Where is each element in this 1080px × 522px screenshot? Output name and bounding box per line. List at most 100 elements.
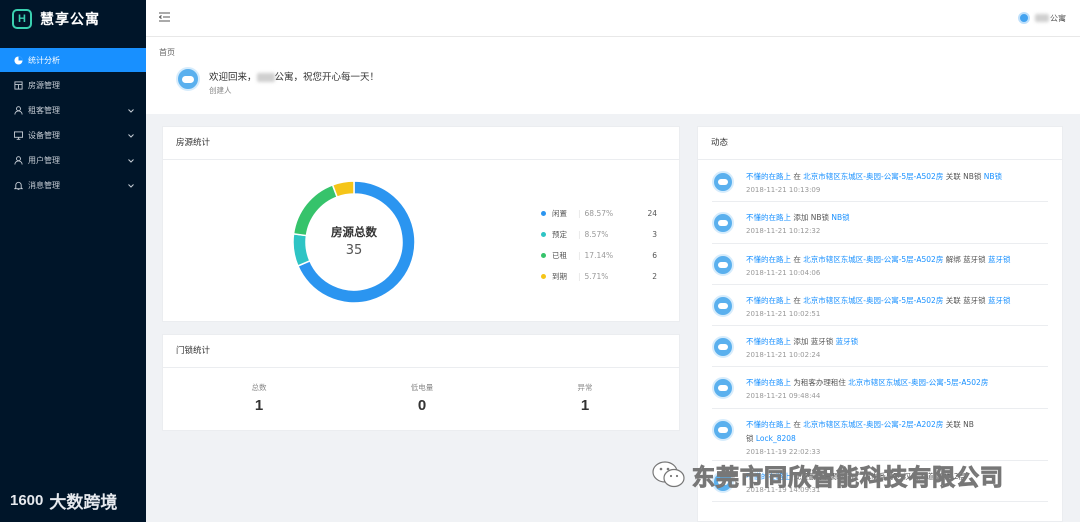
activity-link[interactable]: 北京市辖区东城区-奥园- — [803, 172, 883, 181]
activity-link[interactable]: NB锁 — [831, 213, 849, 222]
user-icon — [14, 155, 23, 165]
donut-slice-1[interactable] — [292, 232, 311, 267]
legend-item[interactable]: 到期 | 5.71% 2 — [541, 266, 661, 287]
user-avatar — [1018, 12, 1030, 24]
sidebar-item-label: 房源管理 — [28, 80, 60, 90]
sidebar-item-3[interactable]: 设备管理 — [0, 123, 146, 147]
legend-count: 2 — [652, 272, 657, 281]
activity-time: 2018-11-21 10:12:32 — [746, 227, 821, 236]
legend-item[interactable]: 闲置 | 68.57% 24 — [541, 203, 661, 224]
activity-link[interactable]: Lock_8208 — [756, 434, 796, 443]
user-menu[interactable]: 公寓 — [1018, 12, 1066, 24]
activity-time: 2018-11-21 09:48:44 — [746, 392, 821, 401]
watermark-logo: 1600 — [10, 492, 44, 509]
activity-time: 2018-11-21 10:04:06 — [746, 268, 821, 277]
sidebar-item-2[interactable]: 租客管理 — [0, 98, 146, 122]
activity-user[interactable]: 不懂的在路上 — [746, 213, 791, 222]
sidebar-item-5[interactable]: 消息管理 — [0, 173, 146, 197]
lock-stat-abnormal: 异常 1 — [535, 382, 635, 414]
activity-link[interactable]: 公寓-2层-A202房 — [884, 420, 944, 429]
activity-user[interactable]: 不懂的在路上 — [746, 255, 791, 264]
activity-item: 不懂的在路上 添加 NB锁 NB锁 2018-11-21 10:12:32 — [712, 202, 1048, 244]
activity-text: 在 — [791, 419, 804, 429]
chevron-down-icon — [128, 106, 134, 115]
sidebar-item-label: 统计分析 — [28, 55, 60, 65]
breadcrumb[interactable]: 首页 — [159, 47, 175, 58]
activity-link[interactable]: 蓝牙锁 — [836, 337, 859, 346]
chevron-down-icon — [128, 181, 134, 190]
user-icon — [14, 105, 23, 115]
sidebar-item-0[interactable]: 统计分析 — [0, 48, 146, 72]
activity-link[interactable]: 公寓-5层-A502房 — [929, 378, 989, 387]
watermark-right: 东莞市同欣智能科技有限公司 — [652, 458, 1004, 492]
activity-user[interactable]: 不懂的在路上 — [746, 420, 791, 429]
donut-slice-3[interactable] — [331, 180, 355, 199]
app-logo[interactable]: H 慧享公寓 — [0, 0, 146, 38]
legend-percent: 17.14% — [584, 251, 614, 260]
legend-count: 24 — [647, 209, 657, 218]
sidebar: H 慧享公寓 统计分析房源管理租客管理设备管理用户管理消息管理 1600 大数跨… — [0, 0, 146, 522]
activity-user[interactable]: 不懂的在路上 — [746, 337, 791, 346]
avatar — [712, 253, 734, 276]
legend-item[interactable]: 已租 | 17.14% 6 — [541, 245, 661, 266]
legend-dot — [541, 211, 546, 216]
legend-divider: | — [578, 251, 581, 260]
activity-link[interactable]: 北京市辖区东城区-奥园- — [803, 296, 883, 305]
legend-item[interactable]: 预定 | 8.57% 3 — [541, 224, 661, 245]
activity-line: 不懂的在路上 添加 蓝牙锁 蓝牙锁 — [746, 336, 1048, 347]
legend-name: 预定 — [552, 230, 567, 239]
legend-divider: | — [578, 272, 581, 281]
activity-text: 关联 NB — [943, 419, 974, 429]
sidebar-item-1[interactable]: 房源管理 — [0, 73, 146, 97]
avatar — [712, 294, 734, 317]
activity-line: 不懂的在路上 为租客办理租住 北京市辖区东城区-奥园-公寓-5层-A502房 — [746, 377, 1048, 388]
activity-link[interactable]: 公寓-5层-A502房 — [884, 172, 944, 181]
lock-stat-total: 总数 1 — [209, 382, 309, 414]
activity-link[interactable]: 蓝牙锁 — [988, 255, 1011, 264]
legend-percent: 68.57% — [584, 209, 614, 218]
activity-text: 解绑 蓝牙锁 — [943, 254, 988, 264]
sidebar-menu: 统计分析房源管理租客管理设备管理用户管理消息管理 — [0, 48, 146, 197]
activity-time: 2018-11-19 22:02:33 — [746, 447, 821, 456]
activity-line: 不懂的在路上 在 北京市辖区东城区-奥园-公寓-5层-A502房 解绑 蓝牙锁 … — [746, 254, 1048, 265]
legend-name: 已租 — [552, 251, 567, 260]
activity-link[interactable]: NB锁 — [984, 172, 1002, 181]
lock-stats-card: 门锁统计 总数 1 低电量 0 异常 1 — [162, 334, 680, 431]
legend-name: 到期 — [552, 272, 567, 281]
donut-center-label: 房源总数 — [331, 225, 377, 239]
activity-link[interactable]: 公寓-5层-A502房 — [884, 255, 944, 264]
legend-dot — [541, 253, 546, 258]
topbar: 公寓 — [146, 0, 1080, 37]
watermark-right-text: 东莞市同欣智能科技有限公司 — [692, 465, 1004, 492]
activity-user[interactable]: 不懂的在路上 — [746, 172, 791, 181]
watermark-left: 1600 大数跨境 — [10, 488, 117, 513]
activity-title: 动态 — [698, 127, 1062, 160]
activity-item: 不懂的在路上 在 北京市辖区东城区-奥园-公寓-2层-A202房 关联 NB 锁 … — [712, 409, 1048, 461]
sidebar-item-label: 设备管理 — [28, 130, 60, 140]
activity-text: 在 — [791, 172, 804, 181]
activity-link[interactable]: 公寓-5层-A502房 — [884, 296, 944, 305]
sidebar-item-label: 用户管理 — [28, 155, 60, 165]
avatar — [712, 418, 734, 441]
activity-user[interactable]: 不懂的在路上 — [746, 296, 791, 305]
legend-name: 闲置 — [552, 209, 567, 218]
chart-legend: 闲置 | 68.57% 24 预定 | 8.57% 3 已租 | 17.14% 6 到期 | 5.71% 2 — [541, 203, 661, 287]
activity-item: 不懂的在路上 为租客办理租住 北京市辖区东城区-奥园-公寓-5层-A502房 20… — [712, 367, 1048, 409]
activity-text: 为租客办理租住 — [791, 378, 849, 388]
activity-item: 不懂的在路上 在 北京市辖区东城区-奥园-公寓-5层-A502房 关联 NB锁 … — [712, 161, 1048, 203]
monitor-icon — [14, 130, 23, 140]
menu-fold-icon[interactable] — [158, 12, 170, 24]
activity-text: 锁 — [746, 433, 756, 443]
building-icon — [14, 80, 23, 90]
activity-link[interactable]: 北京市辖区东城区-奥园- — [848, 378, 928, 387]
activity-user[interactable]: 不懂的在路上 — [746, 378, 791, 387]
welcome-message: 欢迎回来， 公寓，祝您开心每一天！ — [209, 72, 380, 83]
activity-text: 添加 蓝牙锁 — [791, 337, 836, 347]
chevron-down-icon — [128, 131, 134, 140]
sidebar-item-label: 租客管理 — [28, 105, 60, 115]
sidebar-item-4[interactable]: 用户管理 — [0, 148, 146, 172]
activity-link[interactable]: 蓝牙锁 — [988, 296, 1011, 305]
activity-link[interactable]: 北京市辖区东城区-奥园- — [803, 420, 883, 429]
activity-text: 关联 NB锁 — [943, 172, 984, 181]
activity-link[interactable]: 北京市辖区东城区-奥园- — [803, 255, 883, 264]
